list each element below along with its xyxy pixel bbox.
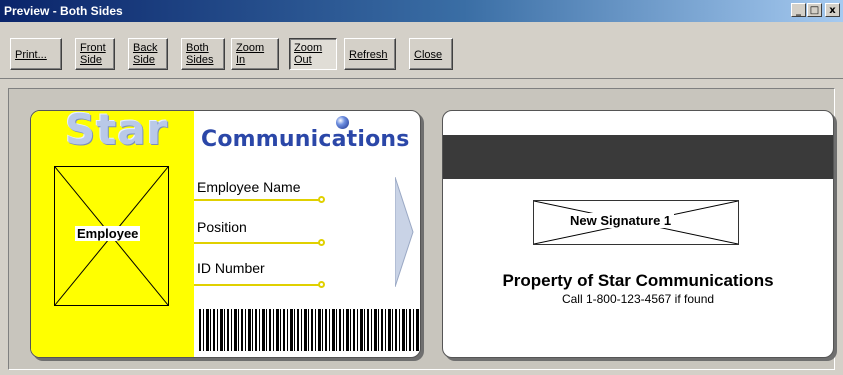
- zoom-in-button[interactable]: Zoom In: [231, 38, 279, 70]
- minimize-button[interactable]: _: [791, 3, 806, 17]
- field-position: Position: [197, 219, 247, 235]
- property-text: Property of Star Communications: [502, 271, 774, 290]
- back-side-button[interactable]: Back Side: [128, 38, 168, 70]
- front-side-button[interactable]: Front Side: [75, 38, 115, 70]
- close-button[interactable]: Close: [409, 38, 453, 70]
- toolbar: Print... Front Side Back Side Both Sides…: [0, 22, 843, 79]
- signature-label: New Signature 1: [567, 213, 675, 228]
- field-underline: [194, 199, 320, 201]
- field-end-dot: [318, 281, 325, 288]
- barcode: [199, 309, 420, 351]
- field-end-dot: [318, 239, 325, 246]
- both-sides-button[interactable]: Both Sides: [181, 38, 225, 70]
- globe-icon: [336, 116, 349, 129]
- logo-communications-text: Communications: [201, 127, 410, 152]
- title-bar: Preview - Both Sides _ □ x: [0, 0, 843, 22]
- magnetic-strip: [443, 135, 833, 179]
- photo-placeholder: Employee: [54, 166, 169, 306]
- chevron-shape-icon: [395, 177, 414, 287]
- window-title: Preview - Both Sides: [4, 4, 123, 18]
- signature-placeholder: New Signature 1: [533, 200, 739, 245]
- zoom-out-button[interactable]: Zoom Out: [289, 38, 337, 70]
- field-employee-name: Employee Name: [197, 179, 301, 195]
- field-end-dot: [318, 196, 325, 203]
- logo-star-text: Star: [65, 110, 169, 154]
- print-button[interactable]: Print...: [10, 38, 62, 70]
- close-window-button[interactable]: x: [825, 3, 840, 17]
- field-underline: [194, 284, 320, 286]
- card-back: New Signature 1 Property of Star Communi…: [442, 110, 834, 358]
- maximize-button[interactable]: □: [807, 3, 822, 17]
- photo-label: Employee: [75, 226, 141, 241]
- field-underline: [194, 242, 320, 244]
- refresh-button[interactable]: Refresh: [344, 38, 396, 70]
- call-text: Call 1-800-123-4567 if found: [561, 292, 715, 306]
- card-front: Star Communications Employee Employee Na…: [30, 110, 421, 358]
- field-id-number: ID Number: [197, 260, 265, 276]
